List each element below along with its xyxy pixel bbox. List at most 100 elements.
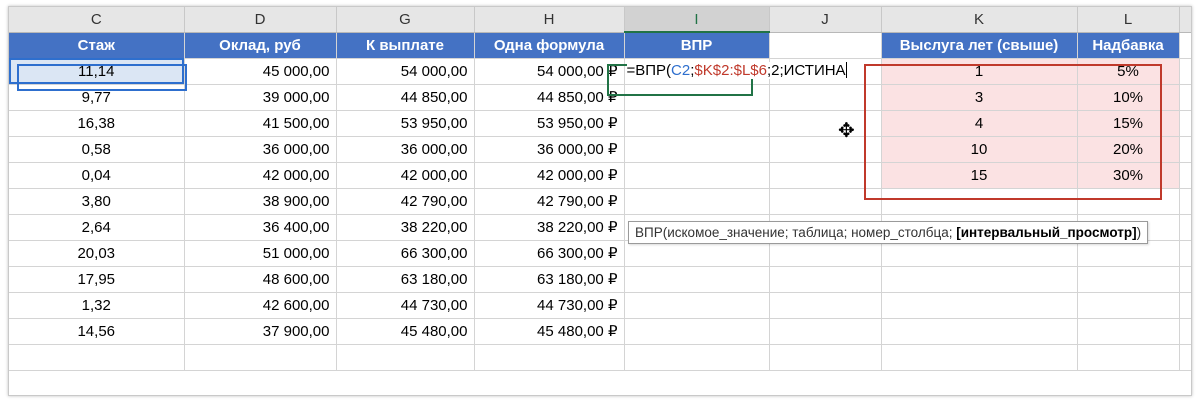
- header-vpr[interactable]: ВПР: [624, 32, 770, 59]
- cell-oklad[interactable]: 36 000,00: [184, 136, 337, 163]
- cell-vpr[interactable]: [624, 292, 770, 319]
- cell-k-vyplate[interactable]: 53 950,00: [336, 110, 475, 137]
- cell-vpr[interactable]: [624, 266, 770, 293]
- cell-j[interactable]: [769, 318, 882, 345]
- cell-stazh[interactable]: 0,04: [9, 162, 185, 189]
- cell-vpr[interactable]: [624, 344, 770, 371]
- cell-k-vyplate[interactable]: 44 850,00: [336, 84, 475, 111]
- cell-odna-formula[interactable]: 44 850,00 ₽: [474, 84, 625, 111]
- cell-k-vyplate[interactable]: 42 000,00: [336, 162, 475, 189]
- cell-empty[interactable]: [881, 292, 1078, 319]
- cell-oklad[interactable]: 37 900,00: [184, 318, 337, 345]
- col-header-i[interactable]: I: [624, 7, 770, 33]
- cell-j[interactable]: [769, 188, 882, 215]
- cell-stazh[interactable]: 1,32: [9, 292, 185, 319]
- cell-stazh[interactable]: 3,80: [9, 188, 185, 215]
- cell-j1[interactable]: [769, 32, 882, 59]
- cell-empty[interactable]: [1077, 188, 1180, 215]
- cell-vpr[interactable]: [624, 162, 770, 189]
- cell-odna-formula[interactable]: 36 000,00 ₽: [474, 136, 625, 163]
- cell-k-vyplate[interactable]: 42 790,00: [336, 188, 475, 215]
- cell-stazh[interactable]: 11,14: [9, 58, 185, 85]
- cell-k-vyplate[interactable]: 66 300,00: [336, 240, 475, 267]
- cell-empty[interactable]: [1077, 266, 1180, 293]
- cell-oklad[interactable]: 42 600,00: [184, 292, 337, 319]
- cell-odna-formula[interactable]: 42 790,00 ₽: [474, 188, 625, 215]
- header-stazh[interactable]: Стаж: [9, 32, 185, 59]
- cell-vysluga[interactable]: 15: [881, 162, 1078, 189]
- cell-empty[interactable]: [881, 344, 1078, 371]
- header-nadbavka[interactable]: Надбавка: [1077, 32, 1180, 59]
- cell-stazh[interactable]: 9,77: [9, 84, 185, 111]
- cell-odna-formula[interactable]: 63 180,00 ₽: [474, 266, 625, 293]
- cell-nadbavka[interactable]: 5%: [1077, 58, 1180, 85]
- cell-odna-formula[interactable]: 53 950,00 ₽: [474, 110, 625, 137]
- header-oklad[interactable]: Оклад, руб: [184, 32, 337, 59]
- cell-vysluga[interactable]: 3: [881, 84, 1078, 111]
- function-tooltip[interactable]: ВПР(искомое_значение; таблица; номер_сто…: [628, 221, 1149, 244]
- cell-k-vyplate[interactable]: 44 730,00: [336, 292, 475, 319]
- cell-j[interactable]: [769, 110, 882, 137]
- cell-oklad[interactable]: 41 500,00: [184, 110, 337, 137]
- formula-text[interactable]: =ВПР(C2;$K$2:$L$6;2;ИСТИНА: [626, 61, 849, 79]
- cell-j[interactable]: [769, 84, 882, 111]
- cell-odna-formula[interactable]: 38 220,00 ₽: [474, 214, 625, 241]
- cell-vpr-editing[interactable]: =ВПР(C2;$K$2:$L$6;2;ИСТИНА: [624, 58, 849, 85]
- cell-oklad[interactable]: 38 900,00: [184, 188, 337, 215]
- cell-vpr[interactable]: [624, 84, 770, 111]
- cell-k-vyplate[interactable]: 38 220,00: [336, 214, 475, 241]
- cell-k-vyplate[interactable]: 36 000,00: [336, 136, 475, 163]
- cell-odna-formula[interactable]: 66 300,00 ₽: [474, 240, 625, 267]
- cell-nadbavka[interactable]: 10%: [1077, 84, 1180, 111]
- cell-j[interactable]: [769, 292, 882, 319]
- cell-nadbavka[interactable]: 15%: [1077, 110, 1180, 137]
- cell-k-vyplate[interactable]: 54 000,00: [336, 58, 475, 85]
- col-header-k[interactable]: K: [881, 7, 1078, 33]
- cell-oklad[interactable]: 42 000,00: [184, 162, 337, 189]
- cell-j[interactable]: [769, 136, 882, 163]
- cell-odna-formula[interactable]: 44 730,00 ₽: [474, 292, 625, 319]
- cell-odna-formula[interactable]: 42 000,00 ₽: [474, 162, 625, 189]
- cell-j[interactable]: [769, 266, 882, 293]
- cell-vysluga[interactable]: 4: [881, 110, 1078, 137]
- cell-nadbavka[interactable]: 30%: [1077, 162, 1180, 189]
- cell-empty[interactable]: [184, 344, 337, 371]
- header-odna-formula[interactable]: Одна формула: [474, 32, 625, 59]
- cell-empty[interactable]: [336, 344, 475, 371]
- cell-vpr[interactable]: [624, 188, 770, 215]
- cell-stazh[interactable]: 20,03: [9, 240, 185, 267]
- cell-empty[interactable]: [881, 318, 1078, 345]
- cell-nadbavka[interactable]: 20%: [1077, 136, 1180, 163]
- cell-empty[interactable]: [881, 188, 1078, 215]
- cell-oklad[interactable]: 39 000,00: [184, 84, 337, 111]
- cell-vpr[interactable]: [624, 318, 770, 345]
- tooltip-bold-arg[interactable]: [интервальный_просмотр]: [956, 225, 1136, 240]
- cell-vpr[interactable]: [624, 136, 770, 163]
- header-vysluga[interactable]: Выслуга лет (свыше): [881, 32, 1078, 59]
- cell-k-vyplate[interactable]: 45 480,00: [336, 318, 475, 345]
- cell-vpr[interactable]: [624, 110, 770, 137]
- cell-vysluga[interactable]: 1: [881, 58, 1078, 85]
- cell-odna-formula[interactable]: 45 480,00 ₽: [474, 318, 625, 345]
- cell-empty[interactable]: [881, 266, 1078, 293]
- cell-odna-formula[interactable]: 54 000,00 ₽: [474, 58, 625, 85]
- cell-stazh[interactable]: 0,58: [9, 136, 185, 163]
- cell-stazh[interactable]: 2,64: [9, 214, 185, 241]
- col-header-h[interactable]: H: [474, 7, 625, 33]
- cell-oklad[interactable]: 51 000,00: [184, 240, 337, 267]
- cell-empty[interactable]: [1077, 292, 1180, 319]
- cell-oklad[interactable]: 36 400,00: [184, 214, 337, 241]
- cell-oklad[interactable]: 48 600,00: [184, 266, 337, 293]
- cell-empty[interactable]: [9, 344, 185, 371]
- cell-empty[interactable]: [474, 344, 625, 371]
- col-header-l[interactable]: L: [1077, 7, 1180, 33]
- cell-j[interactable]: [769, 344, 882, 371]
- cell-empty[interactable]: [1077, 344, 1180, 371]
- col-header-d[interactable]: D: [184, 7, 337, 33]
- cell-oklad[interactable]: 45 000,00: [184, 58, 337, 85]
- cell-stazh[interactable]: 14,56: [9, 318, 185, 345]
- cell-stazh[interactable]: 17,95: [9, 266, 185, 293]
- cell-stazh[interactable]: 16,38: [9, 110, 185, 137]
- cell-empty[interactable]: [1077, 318, 1180, 345]
- cell-j[interactable]: [769, 162, 882, 189]
